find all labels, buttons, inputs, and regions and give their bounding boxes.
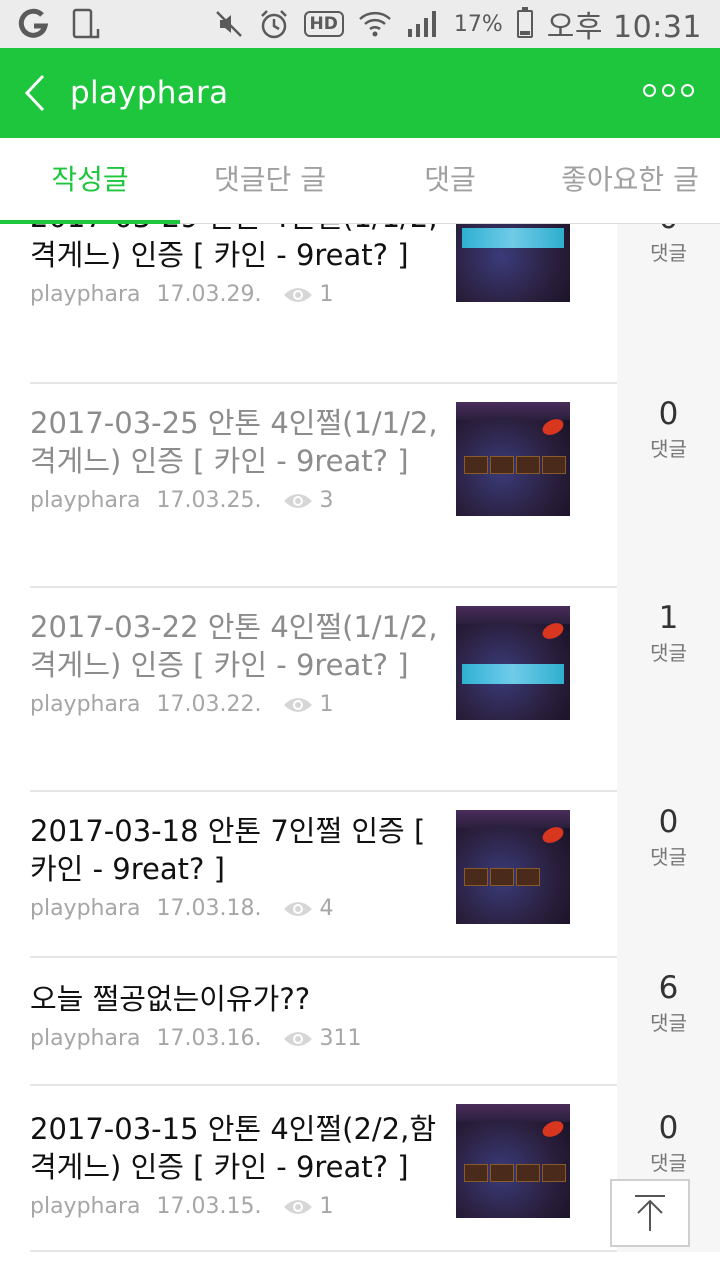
post-item[interactable]: 2017-03-18 안톤 7인쩔 인증 [ 카인 - 9reat? ] pla… <box>0 792 720 958</box>
more-dot-icon <box>643 84 656 97</box>
post-author: playphara <box>30 282 141 307</box>
app-screen: HD 17% 오후 10:31 playphara 작성글 댓글단 글 댓글 좋… <box>0 0 720 1280</box>
mute-icon <box>215 11 242 37</box>
comment-count: 0 <box>659 224 679 238</box>
comment-counter: 0 댓글 <box>617 224 720 384</box>
post-views: 311 <box>319 1026 362 1051</box>
comment-label: 댓글 <box>650 241 687 265</box>
tab-commented-posts[interactable]: 댓글단 글 <box>180 138 360 222</box>
comment-label: 댓글 <box>650 1011 687 1035</box>
phone-rotate-icon <box>72 8 100 39</box>
status-bar: HD 17% 오후 10:31 <box>0 0 720 48</box>
post-views: 1 <box>319 692 334 717</box>
alarm-icon <box>260 10 287 39</box>
comment-label: 댓글 <box>650 845 687 869</box>
post-thumbnail <box>456 810 570 924</box>
post-thumbnail <box>456 606 570 720</box>
comment-count: 0 <box>658 1110 679 1146</box>
battery-icon <box>516 7 533 38</box>
post-author: playphara <box>30 692 141 717</box>
post-author: playphara <box>30 488 141 513</box>
tab-my-posts[interactable]: 작성글 <box>0 138 180 222</box>
eye-icon <box>284 1199 313 1214</box>
comment-counter: 6 댓글 <box>617 958 720 1086</box>
comment-counter: 0 댓글 <box>617 384 720 588</box>
post-item[interactable]: 2017-03-22 안톤 4인쩔(1/1/2,격게느) 인증 [ 카인 - 9… <box>0 588 720 792</box>
eye-icon <box>284 901 313 916</box>
g-icon <box>18 8 49 38</box>
tab-liked-posts[interactable]: 좋아요한 글 <box>540 138 720 222</box>
post-date: 17.03.16. <box>156 1026 262 1051</box>
post-thumbnail <box>456 402 570 516</box>
more-dot-icon <box>681 84 694 97</box>
comment-label: 댓글 <box>650 1151 687 1175</box>
post-date: 17.03.18. <box>156 896 262 921</box>
post-author: playphara <box>30 896 141 921</box>
post-title: 2017-03-29 안톤 4인쩔(1/1/2,격게느) 인증 [ 카인 - 9… <box>30 224 438 272</box>
scroll-to-top-button[interactable] <box>610 1179 690 1247</box>
post-title: 2017-03-22 안톤 4인쩔(1/1/2,격게느) 인증 [ 카인 - 9… <box>30 610 438 682</box>
more-options-button[interactable] <box>637 84 694 97</box>
app-bar: playphara <box>0 48 720 138</box>
comment-label: 댓글 <box>650 437 687 461</box>
eye-icon <box>284 287 313 302</box>
hd-voice-icon: HD <box>303 11 344 37</box>
eye-icon <box>284 697 313 712</box>
back-arrow-icon <box>24 74 45 112</box>
eye-icon <box>284 493 313 508</box>
post-title: 2017-03-25 안톤 4인쩔(1/1/2,격게느) 인증 [ 카인 - 9… <box>30 406 438 478</box>
post-date: 17.03.22. <box>156 692 262 717</box>
tab-comments[interactable]: 댓글 <box>360 138 540 222</box>
more-dot-icon <box>662 84 675 97</box>
post-title: 오늘 쩔공없는이유가?? <box>30 982 311 1016</box>
signal-icon <box>407 11 436 37</box>
comment-count: 0 <box>658 804 679 840</box>
post-item[interactable]: 2017-03-25 안톤 4인쩔(1/1/2,격게느) 인증 [ 카인 - 9… <box>0 384 720 588</box>
arrow-up-to-top-icon <box>635 1195 665 1231</box>
post-thumbnail <box>456 1104 570 1218</box>
post-author: playphara <box>30 1194 141 1219</box>
comment-counter: 1 댓글 <box>617 588 720 792</box>
post-title: 2017-03-18 안톤 7인쩔 인증 [ 카인 - 9reat? ] <box>30 814 426 886</box>
post-title: 2017-03-15 안톤 4인쩔(2/2,함격게느) 인증 [ 카인 - 9r… <box>30 1112 437 1184</box>
comment-counter: 0 댓글 <box>617 792 720 958</box>
post-views: 1 <box>319 1194 334 1219</box>
post-views: 4 <box>319 896 334 921</box>
post-item[interactable]: 2017-03-29 안톤 4인쩔(1/1/2,격게느) 인증 [ 카인 - 9… <box>0 224 720 384</box>
post-meta: playphara 17.03.16. 311 <box>30 1026 617 1051</box>
comment-count: 1 <box>658 600 679 636</box>
post-date: 17.03.25. <box>156 488 262 513</box>
post-item[interactable]: 오늘 쩔공없는이유가?? playphara 17.03.16. 311 6 댓… <box>0 958 720 1086</box>
post-thumbnail <box>456 224 570 302</box>
post-list[interactable]: 2017-03-29 안톤 4인쩔(1/1/2,격게느) 인증 [ 카인 - 9… <box>0 224 720 1280</box>
wifi-icon <box>359 11 391 37</box>
post-author: playphara <box>30 1026 141 1051</box>
eye-icon <box>284 1031 313 1046</box>
tab-bar: 작성글 댓글단 글 댓글 좋아요한 글 <box>0 138 720 224</box>
post-date: 17.03.15. <box>156 1194 262 1219</box>
post-views: 3 <box>319 488 334 513</box>
comment-count: 0 <box>658 396 679 432</box>
back-button[interactable] <box>0 48 70 138</box>
comment-label: 댓글 <box>650 641 687 665</box>
clock: 오후 10:31 <box>546 10 702 45</box>
post-date: 17.03.29. <box>156 282 262 307</box>
post-views: 1 <box>319 282 334 307</box>
comment-count: 6 <box>658 970 679 1006</box>
battery-percent: 17% <box>453 11 503 37</box>
page-title: playphara <box>70 75 229 111</box>
